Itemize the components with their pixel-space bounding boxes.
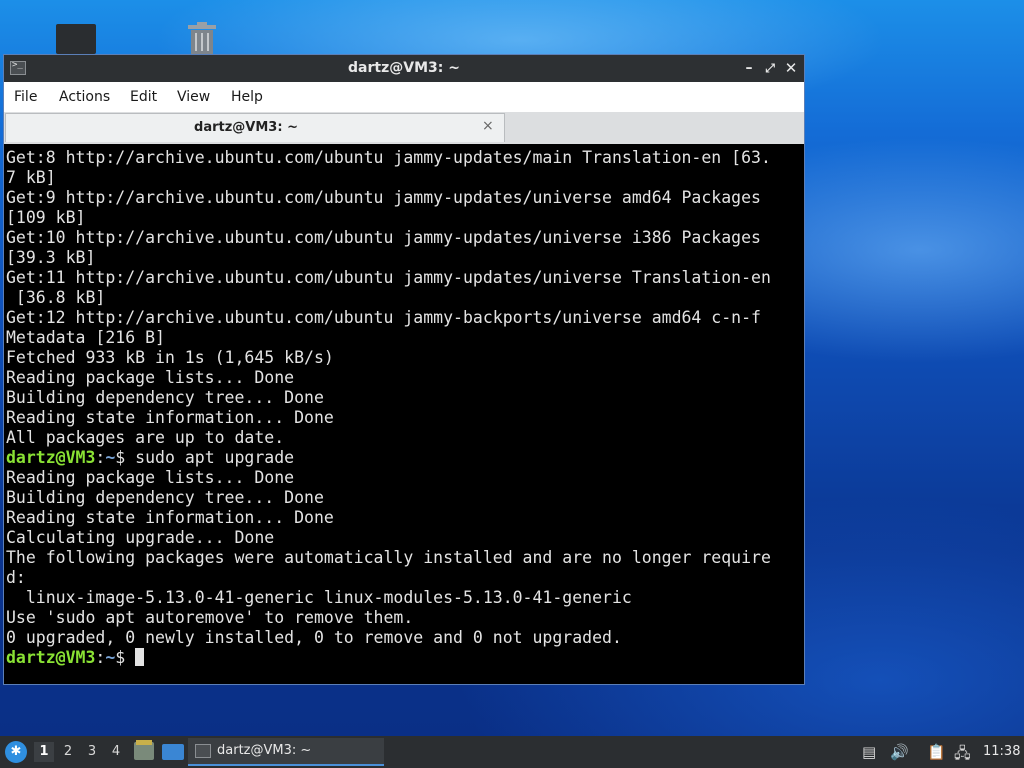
show-desktop-icon[interactable] bbox=[162, 744, 184, 760]
workspace-2-button[interactable]: 2 bbox=[58, 742, 78, 762]
tab-label: dartz@VM3: ~ bbox=[194, 120, 298, 135]
terminal-prompt-line: dartz@VM3:~$ sudo apt upgrade bbox=[6, 448, 771, 468]
prompt-symbol: $ bbox=[115, 448, 136, 467]
menu-actions[interactable]: Actions bbox=[59, 89, 110, 105]
terminal-line: [36.8 kB] bbox=[6, 288, 106, 307]
terminal-line: 0 upgraded, 0 newly installed, 0 to remo… bbox=[6, 628, 622, 647]
terminal-output[interactable]: Get:8 http://archive.ubuntu.com/ubuntu j… bbox=[4, 144, 804, 684]
desktop-folder-icon[interactable] bbox=[56, 24, 96, 54]
prompt-separator: : bbox=[95, 448, 106, 467]
maximize-button[interactable]: ⤢ bbox=[761, 59, 779, 77]
start-menu-icon[interactable]: ✱ bbox=[5, 741, 27, 763]
trash-icon[interactable] bbox=[185, 22, 219, 54]
terminal-line: 7 kB] bbox=[6, 168, 56, 187]
terminal-window[interactable]: dartz@VM3: ~ – ⤢ ✕ File Actions Edit Vie… bbox=[3, 54, 805, 685]
terminal-line: Fetched 933 kB in 1s (1,645 kB/s) bbox=[6, 348, 334, 367]
minimize-button[interactable]: – bbox=[740, 59, 758, 77]
terminal-line: Get:10 http://archive.ubuntu.com/ubuntu … bbox=[6, 228, 761, 247]
terminal-line: Building dependency tree... Done bbox=[6, 488, 324, 507]
task-label: dartz@VM3: ~ bbox=[217, 743, 312, 758]
text-cursor bbox=[135, 648, 145, 666]
updates-tray-icon[interactable]: ▤ bbox=[862, 743, 876, 761]
terminal-line: Building dependency tree... Done bbox=[6, 388, 324, 407]
terminal-line: [39.3 kB] bbox=[6, 248, 96, 267]
terminal-line: Get:8 http://archive.ubuntu.com/ubuntu j… bbox=[6, 148, 771, 167]
taskbar-terminal-button[interactable]: dartz@VM3: ~ bbox=[188, 738, 384, 766]
menu-edit[interactable]: Edit bbox=[130, 89, 157, 105]
workspace-4-button[interactable]: 4 bbox=[106, 742, 126, 762]
terminal-prompt-line: dartz@VM3:~$ bbox=[6, 648, 771, 668]
window-title: dartz@VM3: ~ bbox=[348, 60, 460, 76]
file-manager-icon[interactable] bbox=[134, 740, 154, 760]
prompt-command: sudo apt upgrade bbox=[135, 448, 295, 467]
terminal-line: Get:12 http://archive.ubuntu.com/ubuntu … bbox=[6, 308, 761, 327]
close-button[interactable]: ✕ bbox=[782, 59, 800, 77]
window-titlebar[interactable]: dartz@VM3: ~ – ⤢ ✕ bbox=[4, 55, 804, 82]
prompt-path: ~ bbox=[105, 448, 116, 467]
terminal-task-icon bbox=[195, 744, 211, 758]
tab-bar: dartz@VM3: ~ × bbox=[4, 112, 804, 144]
tab-terminal[interactable]: dartz@VM3: ~ × bbox=[5, 113, 505, 142]
terminal-line: d: bbox=[6, 568, 26, 587]
terminal-line: Calculating upgrade... Done bbox=[6, 528, 275, 547]
workspace-1-button[interactable]: 1 bbox=[34, 742, 54, 762]
menu-bar: File Actions Edit View Help bbox=[4, 82, 804, 113]
tab-close-icon[interactable]: × bbox=[482, 118, 494, 134]
prompt-symbol: $ bbox=[115, 648, 136, 667]
clipboard-icon[interactable]: 📋 bbox=[927, 743, 946, 761]
terminal-line: Reading package lists... Done bbox=[6, 368, 295, 387]
prompt-path: ~ bbox=[105, 648, 116, 667]
terminal-line: Reading state information... Done bbox=[6, 508, 334, 527]
prompt-user: dartz@VM3 bbox=[6, 448, 96, 467]
prompt-separator: : bbox=[95, 648, 106, 667]
terminal-line: Use 'sudo apt autoremove' to remove them… bbox=[6, 608, 414, 627]
menu-file[interactable]: File bbox=[14, 89, 37, 105]
workspace-3-button[interactable]: 3 bbox=[82, 742, 102, 762]
terminal-line: Get:9 http://archive.ubuntu.com/ubuntu j… bbox=[6, 188, 761, 207]
terminal-line: Get:11 http://archive.ubuntu.com/ubuntu … bbox=[6, 268, 771, 287]
menu-view[interactable]: View bbox=[177, 89, 210, 105]
network-icon[interactable]: 🖧 bbox=[954, 743, 971, 768]
terminal-line: Metadata [216 B] bbox=[6, 328, 165, 347]
terminal-line: The following packages were automaticall… bbox=[6, 548, 771, 567]
terminal-line: Reading state information... Done bbox=[6, 408, 334, 427]
terminal-line: All packages are up to date. bbox=[6, 428, 285, 447]
menu-help[interactable]: Help bbox=[231, 89, 263, 105]
clock[interactable]: 11:38 bbox=[983, 744, 1020, 759]
terminal-line: [109 kB] bbox=[6, 208, 86, 227]
taskbar: ✱ 1 2 3 4 dartz@VM3: ~ ▤ 🔊 📋 🖧 11:38 bbox=[0, 736, 1024, 768]
prompt-user: dartz@VM3 bbox=[6, 648, 96, 667]
volume-icon[interactable]: 🔊 bbox=[890, 743, 909, 761]
terminal-line: linux-image-5.13.0-41-generic linux-modu… bbox=[6, 588, 632, 607]
terminal-line: Reading package lists... Done bbox=[6, 468, 295, 487]
